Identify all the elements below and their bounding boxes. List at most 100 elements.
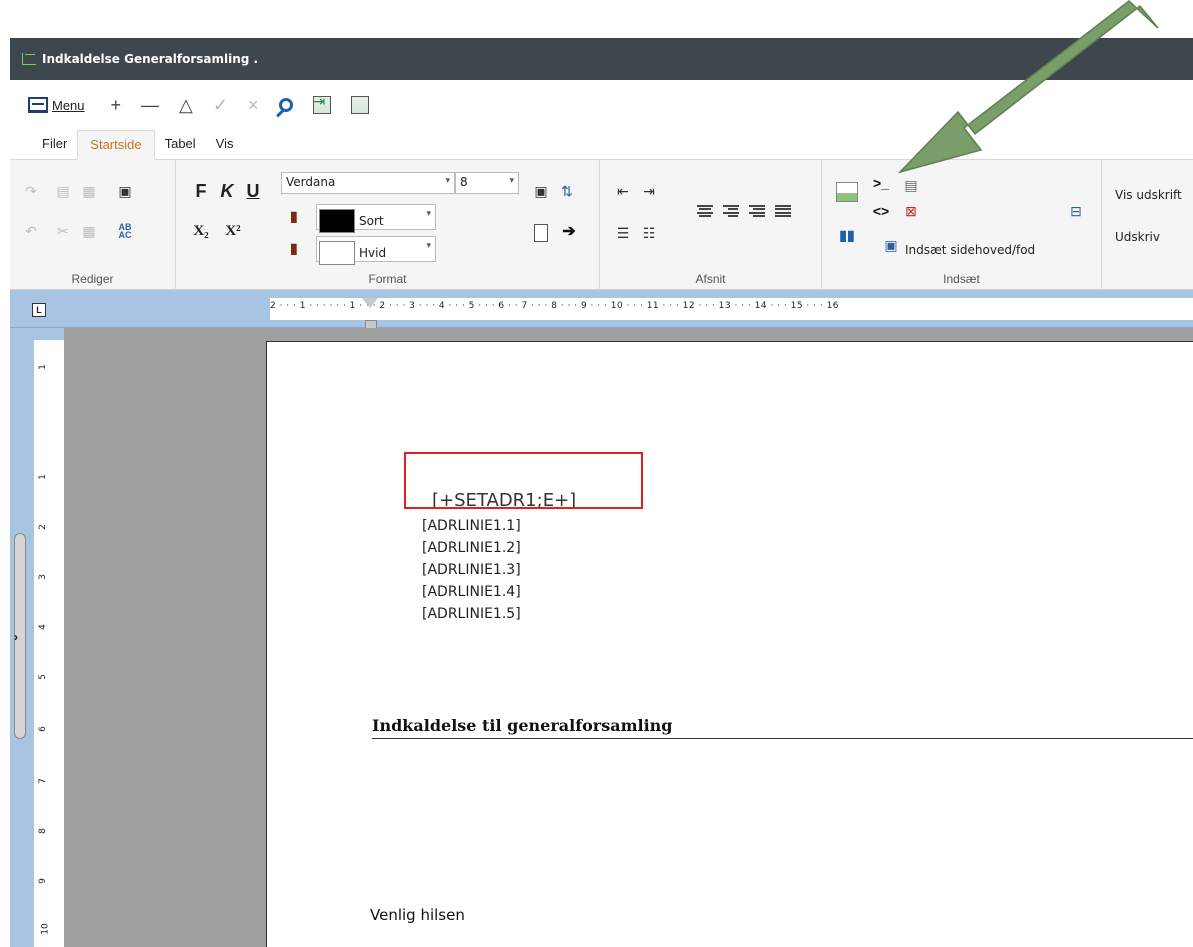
group-label-afsnit: Afsnit	[695, 272, 726, 286]
font-size-value: 8	[460, 175, 468, 189]
grid-icon[interactable]: ▦	[80, 222, 98, 240]
close-icon: ×	[247, 94, 259, 115]
confirm-button[interactable]: ✓	[213, 90, 228, 120]
decrease-indent-icon[interactable]: ⇤	[614, 182, 632, 200]
triangle-button[interactable]: △	[179, 90, 193, 120]
vruler-tick: 4	[37, 624, 48, 630]
increase-indent-icon[interactable]: ⇥	[640, 182, 658, 200]
document-heading[interactable]: Indkaldelse til generalforsamling	[372, 716, 672, 735]
chevron-down-icon: ▾	[509, 176, 514, 186]
vruler-tick: 9	[37, 878, 48, 884]
text-box-icon[interactable]: ▣	[532, 182, 550, 200]
vruler-tick: 1	[37, 364, 48, 370]
vruler-tick: 2	[37, 524, 48, 530]
remove-button[interactable]: —	[141, 90, 159, 120]
background-color-icon[interactable]: ▮	[290, 240, 304, 258]
document-greeting[interactable]: Venlig hilsen	[370, 906, 465, 924]
plus-icon: +	[110, 94, 122, 115]
text-color-icon[interactable]: ▮	[290, 208, 304, 226]
vruler-tick: 6	[37, 726, 48, 732]
arrow-shape	[897, 0, 1159, 174]
group-rediger: ↷ ↶ ▤ ▦ ✂ ▦ ▣ AB AC Rediger	[10, 160, 176, 290]
vruler-tick: 7	[37, 778, 48, 784]
font-size-select[interactable]: 8 ▾	[455, 172, 519, 194]
tab-filer[interactable]: Filer	[32, 136, 77, 159]
horizontal-ruler: L 2 · · · 1 · · · · · · 1 · · · 2 · · · …	[10, 290, 1193, 328]
background-color-select[interactable]: Hvid ▾	[316, 236, 436, 265]
vruler-tick: 3	[37, 574, 48, 580]
redo-icon[interactable]: ↷	[22, 182, 40, 200]
chevron-down-icon: ▾	[426, 208, 431, 218]
menu-button[interactable]: Menu	[28, 90, 85, 120]
align-right-icon[interactable]	[748, 204, 766, 218]
address-line[interactable]: [ADRLINIE1.5]	[422, 606, 521, 622]
address-line[interactable]: [ADRLINIE1.1]	[422, 518, 521, 534]
document-page[interactable]	[266, 341, 1193, 947]
cancel-button[interactable]: ×	[248, 90, 259, 120]
find-replace-icon[interactable]: ▣	[116, 182, 134, 200]
chevron-right-icon[interactable]: ›	[14, 630, 18, 644]
undo-icon[interactable]: ↶	[22, 222, 40, 240]
vertical-ruler-strip[interactable]: 1 1 2 3 4 5 6 7 8 9 10	[34, 340, 64, 947]
header-footer-icon[interactable]: ▣	[882, 236, 900, 254]
tab-startside[interactable]: Startside	[77, 130, 155, 160]
menu-label: Menu	[52, 97, 85, 113]
text-color-swatch	[319, 209, 355, 233]
search-button[interactable]	[278, 90, 293, 120]
paste-icon[interactable]: ▦	[80, 182, 98, 200]
sort-icon[interactable]: ⇅	[558, 182, 576, 200]
group-label-rediger: Rediger	[71, 272, 114, 286]
vruler-tick: 1	[37, 474, 48, 480]
minus-icon: —	[141, 94, 160, 115]
bullet-list-icon[interactable]: ☰	[614, 224, 632, 242]
text-color-row: ▮ Sort ▾	[290, 204, 436, 233]
tab-stop-selector[interactable]: L	[32, 303, 46, 317]
tab-arrow-icon[interactable]: ➔	[560, 222, 578, 240]
font-family-select[interactable]: Verdana ▾	[281, 172, 455, 194]
page-icon[interactable]	[534, 224, 548, 242]
subscript-button[interactable]: X₂	[192, 222, 210, 240]
text-color-select[interactable]: Sort ▾	[316, 204, 436, 233]
import-button[interactable]	[312, 90, 331, 120]
spellcheck-icon[interactable]: AB AC	[116, 222, 134, 240]
chevron-down-icon: ▾	[426, 240, 431, 250]
bold-button[interactable]: F	[192, 181, 210, 201]
import-icon	[312, 93, 331, 114]
add-button[interactable]: +	[111, 90, 122, 120]
search-icon	[278, 98, 293, 112]
text-color-name: Sort	[359, 214, 384, 228]
underline-button[interactable]: U	[244, 181, 262, 201]
copy-document-button[interactable]	[350, 90, 369, 120]
tab-tabel[interactable]: Tabel	[155, 136, 206, 159]
ruler-marks[interactable]: 2 · · · 1 · · · · · · 1 · · · 2 · · · 3 …	[270, 298, 1193, 320]
vruler-tick: 8	[37, 828, 48, 834]
print-button[interactable]: Udskriv	[1115, 230, 1160, 244]
document-copy-icon	[350, 96, 369, 114]
justify-icon[interactable]	[774, 204, 792, 218]
align-left-icon[interactable]	[696, 204, 714, 218]
delete-field-icon[interactable]: ⊠	[902, 202, 920, 220]
address-line[interactable]: [ADRLINIE1.2]	[422, 540, 521, 556]
italic-button[interactable]: K	[218, 181, 236, 201]
numbered-list-icon[interactable]: ☷	[640, 224, 658, 242]
print-preview-button[interactable]: Vis udskrift	[1115, 188, 1182, 202]
address-line[interactable]: [ADRLINIE1.3]	[422, 562, 521, 578]
insert-header-footer-button[interactable]: Indsæt sidehoved/fod	[905, 243, 1035, 257]
cut-icon[interactable]: ✂	[54, 222, 72, 240]
indent-marker[interactable]	[362, 298, 378, 330]
window-title: Indkaldelse Generalforsamling .	[42, 52, 259, 66]
align-center-icon[interactable]	[722, 204, 740, 218]
font-family-value: Verdana	[286, 175, 336, 189]
chevron-down-icon: ▾	[445, 176, 450, 186]
paste-special-icon[interactable]: ▤	[54, 182, 72, 200]
insert-chart-icon[interactable]: ▮▮	[838, 226, 856, 244]
insert-image-icon[interactable]	[836, 182, 858, 202]
code-icon[interactable]: <>	[868, 202, 894, 220]
group-afsnit: ⇤ ⇥ ☰ ☷ Afsnit	[600, 160, 822, 290]
menu-icon	[28, 97, 48, 113]
tab-vis[interactable]: Vis	[206, 136, 244, 159]
superscript-button[interactable]: X²	[224, 222, 242, 240]
address-line[interactable]: [ADRLINIE1.4]	[422, 584, 521, 600]
page-break-icon[interactable]: ⊟	[1067, 202, 1085, 220]
highlight-box	[404, 452, 643, 509]
